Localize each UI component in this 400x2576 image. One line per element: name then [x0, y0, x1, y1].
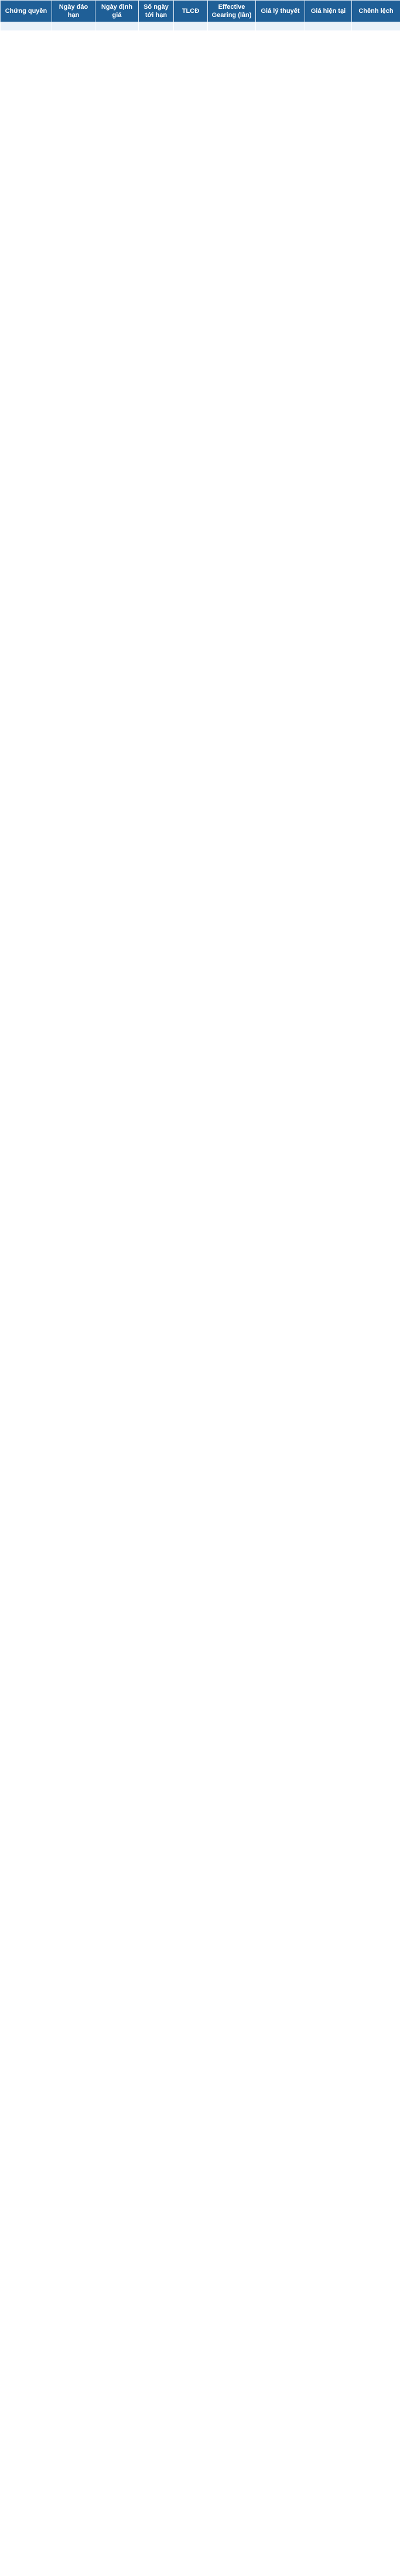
header-warrant-code: Chứng quyền — [0, 0, 52, 22]
table-header: Chứng quyền Ngày đáo hạn Ngày định giá S… — [0, 0, 400, 22]
theoretical-price-cell — [255, 22, 305, 30]
warrant-valuation-table: Chứng quyền Ngày đáo hạn Ngày định giá S… — [0, 0, 400, 30]
days-to-maturity-cell — [138, 22, 174, 30]
header-days-to-maturity: Số ngày tới hạn — [138, 0, 174, 22]
header-theoretical-price: Giá lý thuyết — [255, 0, 305, 22]
header-difference: Chênh lệch — [351, 0, 400, 22]
current-price-cell — [305, 22, 352, 30]
table-row — [0, 22, 400, 30]
header-current-price: Giá hiện tại — [305, 0, 352, 22]
header-conversion-ratio: TLCĐ — [173, 0, 208, 22]
maturity-date-cell — [52, 22, 95, 30]
header-maturity-date: Ngày đáo hạn — [52, 0, 95, 22]
difference-cell — [351, 22, 400, 30]
header-valuation-date: Ngày định giá — [95, 0, 139, 22]
header-effective-gearing: Effective Gearing (lần) — [207, 0, 256, 22]
table-body — [0, 22, 400, 30]
header-row: Chứng quyền Ngày đáo hạn Ngày định giá S… — [0, 0, 400, 22]
conversion-ratio-cell — [173, 22, 208, 30]
warrant-code-cell — [0, 22, 52, 30]
effective-gearing-cell — [207, 22, 256, 30]
warrant-table-sheet: Chứng quyền Ngày đáo hạn Ngày định giá S… — [0, 0, 400, 30]
valuation-date-cell — [95, 22, 139, 30]
